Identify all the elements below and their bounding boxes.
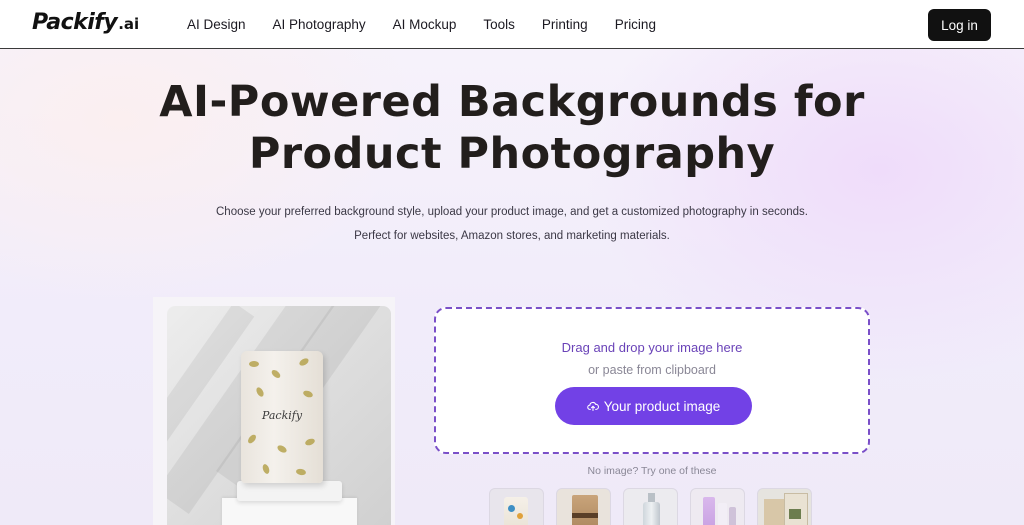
image-dropzone[interactable]: Drag and drop your image here or paste f… (434, 307, 870, 454)
brand-logo[interactable]: Packify .ai (32, 10, 139, 35)
sample-bottle[interactable] (623, 488, 678, 525)
sample-tube (718, 503, 727, 525)
sample-bottle-body (643, 502, 660, 525)
leaf-pattern (298, 356, 310, 368)
product-preview-image: Packify (167, 306, 391, 525)
preview-panel: Packify (153, 297, 395, 525)
nav-item-ai-design[interactable]: AI Design (187, 17, 246, 32)
nav-item-printing[interactable]: Printing (542, 17, 588, 32)
page-title: AI-Powered Backgrounds for Product Photo… (159, 77, 865, 179)
leaf-pattern (270, 368, 282, 380)
leaf-pattern (254, 386, 266, 398)
pedestal-base (222, 498, 357, 525)
upload-product-image-button[interactable]: Your product image (555, 387, 752, 425)
sample-floral-pouch[interactable] (489, 488, 544, 525)
hero-description: Choose your preferred background style, … (216, 206, 808, 242)
nav-item-ai-mockup[interactable]: AI Mockup (393, 17, 457, 32)
sample-tube (729, 507, 736, 525)
top-navbar: Packify .ai AI Design AI Photography AI … (0, 0, 1024, 49)
sample-kraft-shape (572, 495, 598, 525)
hero-section: AI-Powered Backgrounds for Product Photo… (0, 76, 1024, 248)
sample-cosmetic-tubes[interactable] (690, 488, 745, 525)
sample-images-hint: No image? Try one of these (587, 465, 717, 477)
dropzone-subtitle: or paste from clipboard (588, 363, 716, 377)
leaf-pattern (304, 437, 316, 447)
sample-flower-dot (508, 505, 515, 512)
nav-item-tools[interactable]: Tools (483, 17, 515, 32)
sample-tube (703, 497, 715, 525)
leaf-pattern (302, 389, 314, 399)
sample-images-row (489, 488, 824, 525)
upload-button-label: Your product image (603, 398, 721, 414)
sample-kraft-band (572, 513, 598, 518)
main-nav: AI Design AI Photography AI Mockup Tools… (187, 0, 683, 49)
pedestal-top (237, 481, 342, 501)
leaf-pattern (261, 463, 271, 475)
login-button[interactable]: Log in (928, 9, 991, 41)
sample-box-print (789, 509, 801, 519)
leaf-pattern (249, 361, 259, 367)
leaf-pattern (246, 433, 258, 445)
sample-kraft-bag[interactable] (556, 488, 611, 525)
product-pouch: Packify (241, 351, 323, 483)
brand-name: Packify (32, 10, 118, 35)
dropzone-title: Drag and drop your image here (561, 340, 743, 355)
nav-item-pricing[interactable]: Pricing (615, 17, 656, 32)
sample-boxes[interactable] (757, 488, 812, 525)
nav-item-ai-photography[interactable]: AI Photography (273, 17, 366, 32)
sample-box (764, 499, 786, 525)
brand-suffix: .ai (118, 15, 140, 33)
sample-pouch-shape (504, 497, 528, 525)
pouch-brand-label: Packify (261, 409, 303, 422)
leaf-pattern (295, 468, 307, 476)
leaf-pattern (276, 443, 288, 455)
upload-cloud-icon (586, 401, 599, 412)
sample-flower-dot (517, 513, 523, 519)
